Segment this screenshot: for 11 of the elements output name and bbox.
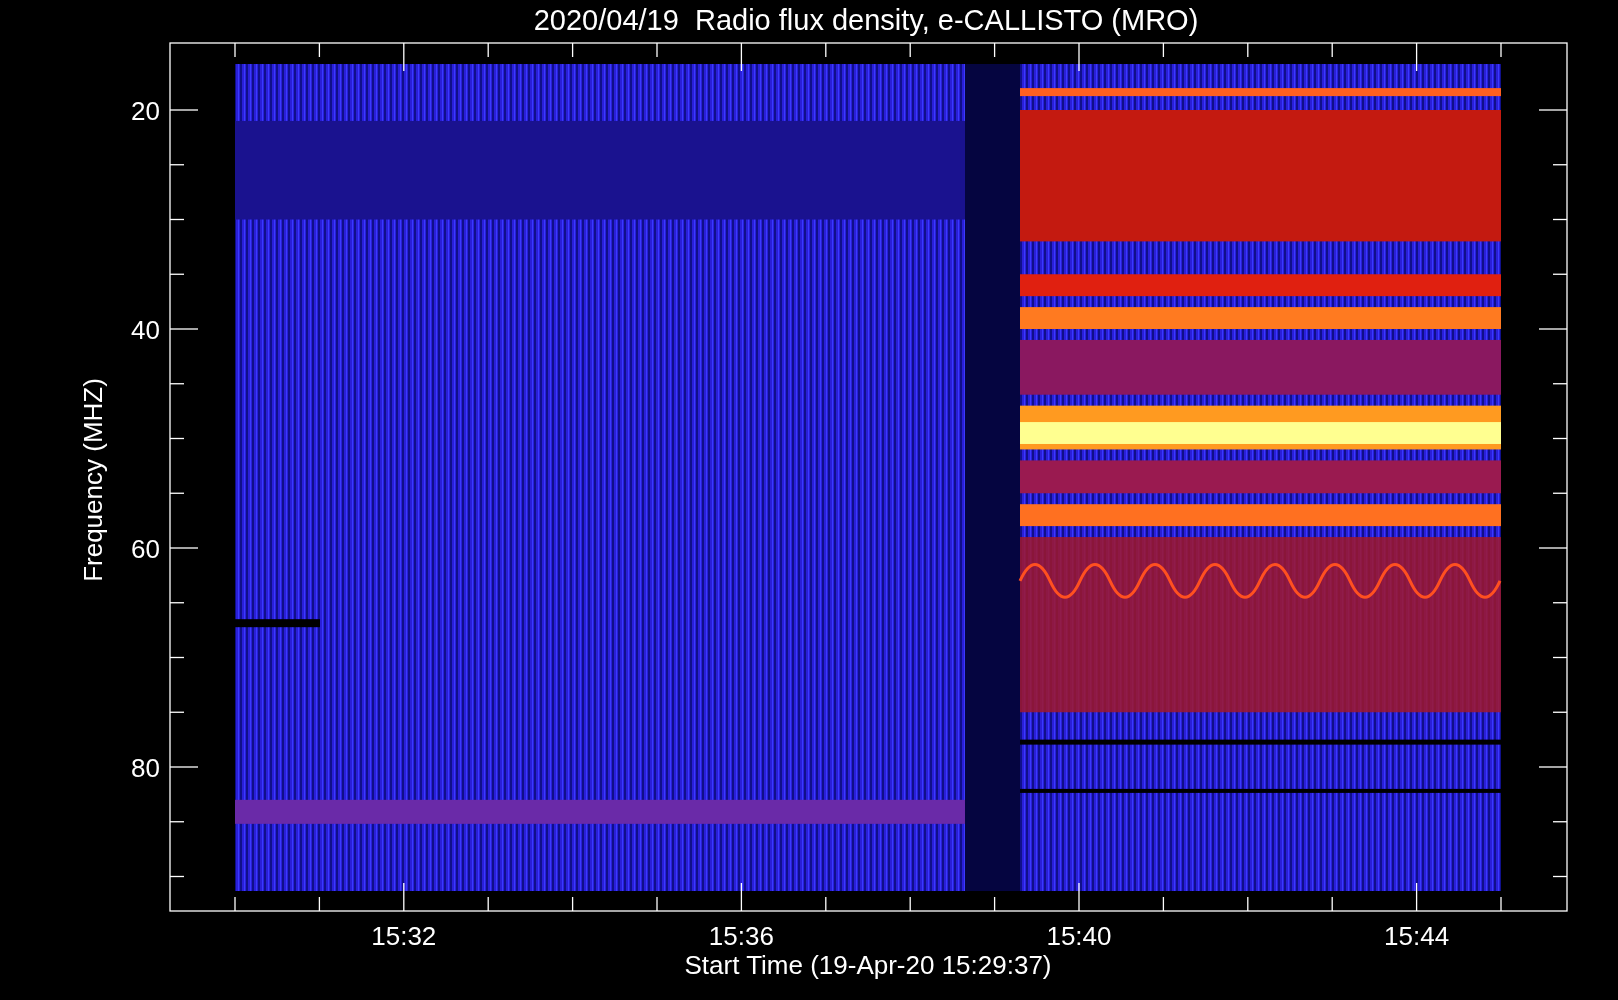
axis-tick-label: 60	[131, 534, 160, 564]
axis-tick-label: 20	[131, 96, 160, 126]
axis-tick-label: 15:40	[1046, 921, 1112, 951]
axis-tick-label: 80	[131, 753, 160, 783]
chart-title: 2020/04/19 Radio flux density, e-CALLISTO (MRO)	[533, 4, 1199, 36]
axis-tick-label: 15:32	[371, 921, 437, 951]
axis-tick-label: 15:44	[1384, 921, 1450, 951]
axis-label: Frequency (MHZ)	[78, 378, 108, 582]
axis-label: Start Time (19-Apr-20 15:29:37)	[684, 950, 1052, 980]
axis-tick-label: 40	[131, 315, 160, 345]
axis-tick-label: 15:36	[708, 921, 774, 951]
